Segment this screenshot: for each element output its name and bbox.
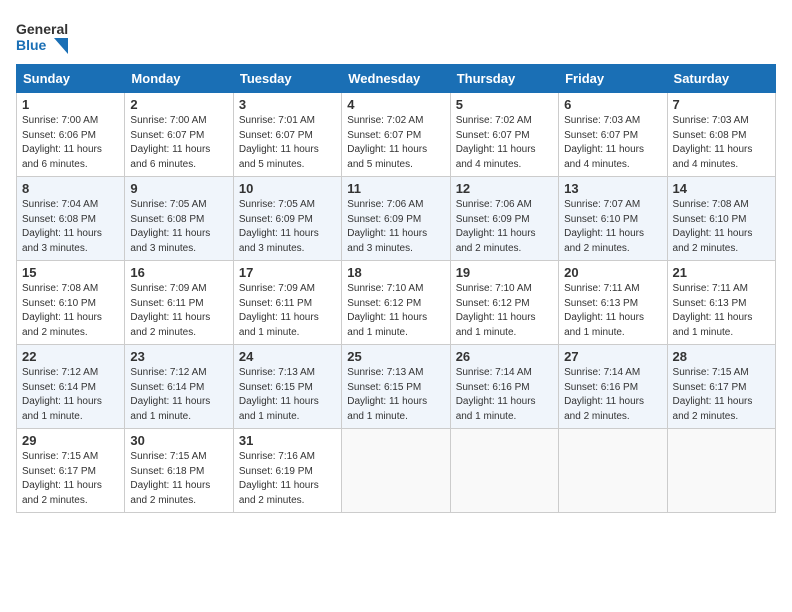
calendar-cell-20: 20Sunrise: 7:11 AMSunset: 6:13 PMDayligh…	[559, 261, 667, 345]
calendar-cell-2: 2Sunrise: 7:00 AMSunset: 6:07 PMDaylight…	[125, 93, 233, 177]
calendar-cell-empty	[667, 429, 775, 513]
calendar-cell-11: 11Sunrise: 7:06 AMSunset: 6:09 PMDayligh…	[342, 177, 450, 261]
svg-text:General: General	[16, 21, 68, 37]
page-header: General Blue	[16, 16, 776, 56]
calendar-cell-4: 4Sunrise: 7:02 AMSunset: 6:07 PMDaylight…	[342, 93, 450, 177]
calendar-cell-22: 22Sunrise: 7:12 AMSunset: 6:14 PMDayligh…	[17, 345, 125, 429]
header-saturday: Saturday	[667, 65, 775, 93]
header-thursday: Thursday	[450, 65, 558, 93]
calendar-week-4: 29Sunrise: 7:15 AMSunset: 6:17 PMDayligh…	[17, 429, 776, 513]
calendar-cell-empty	[342, 429, 450, 513]
header-friday: Friday	[559, 65, 667, 93]
header-wednesday: Wednesday	[342, 65, 450, 93]
calendar-cell-24: 24Sunrise: 7:13 AMSunset: 6:15 PMDayligh…	[233, 345, 341, 429]
calendar-cell-21: 21Sunrise: 7:11 AMSunset: 6:13 PMDayligh…	[667, 261, 775, 345]
calendar-cell-1: 1Sunrise: 7:00 AMSunset: 6:06 PMDaylight…	[17, 93, 125, 177]
logo-svg: General Blue	[16, 16, 68, 56]
calendar-week-0: 1Sunrise: 7:00 AMSunset: 6:06 PMDaylight…	[17, 93, 776, 177]
calendar-cell-5: 5Sunrise: 7:02 AMSunset: 6:07 PMDaylight…	[450, 93, 558, 177]
calendar-cell-19: 19Sunrise: 7:10 AMSunset: 6:12 PMDayligh…	[450, 261, 558, 345]
calendar-cell-17: 17Sunrise: 7:09 AMSunset: 6:11 PMDayligh…	[233, 261, 341, 345]
calendar-week-2: 15Sunrise: 7:08 AMSunset: 6:10 PMDayligh…	[17, 261, 776, 345]
calendar-cell-6: 6Sunrise: 7:03 AMSunset: 6:07 PMDaylight…	[559, 93, 667, 177]
calendar-cell-7: 7Sunrise: 7:03 AMSunset: 6:08 PMDaylight…	[667, 93, 775, 177]
calendar-cell-29: 29Sunrise: 7:15 AMSunset: 6:17 PMDayligh…	[17, 429, 125, 513]
calendar-cell-28: 28Sunrise: 7:15 AMSunset: 6:17 PMDayligh…	[667, 345, 775, 429]
calendar-cell-12: 12Sunrise: 7:06 AMSunset: 6:09 PMDayligh…	[450, 177, 558, 261]
calendar-cell-23: 23Sunrise: 7:12 AMSunset: 6:14 PMDayligh…	[125, 345, 233, 429]
calendar-cell-27: 27Sunrise: 7:14 AMSunset: 6:16 PMDayligh…	[559, 345, 667, 429]
calendar-cell-9: 9Sunrise: 7:05 AMSunset: 6:08 PMDaylight…	[125, 177, 233, 261]
calendar-cell-30: 30Sunrise: 7:15 AMSunset: 6:18 PMDayligh…	[125, 429, 233, 513]
calendar-cell-10: 10Sunrise: 7:05 AMSunset: 6:09 PMDayligh…	[233, 177, 341, 261]
calendar-week-1: 8Sunrise: 7:04 AMSunset: 6:08 PMDaylight…	[17, 177, 776, 261]
calendar-cell-25: 25Sunrise: 7:13 AMSunset: 6:15 PMDayligh…	[342, 345, 450, 429]
header-tuesday: Tuesday	[233, 65, 341, 93]
calendar-cell-14: 14Sunrise: 7:08 AMSunset: 6:10 PMDayligh…	[667, 177, 775, 261]
calendar-header-row: Sunday Monday Tuesday Wednesday Thursday…	[17, 65, 776, 93]
calendar-table: Sunday Monday Tuesday Wednesday Thursday…	[16, 64, 776, 513]
calendar-cell-empty	[450, 429, 558, 513]
header-monday: Monday	[125, 65, 233, 93]
header-sunday: Sunday	[17, 65, 125, 93]
calendar-week-3: 22Sunrise: 7:12 AMSunset: 6:14 PMDayligh…	[17, 345, 776, 429]
calendar-cell-13: 13Sunrise: 7:07 AMSunset: 6:10 PMDayligh…	[559, 177, 667, 261]
calendar-cell-8: 8Sunrise: 7:04 AMSunset: 6:08 PMDaylight…	[17, 177, 125, 261]
logo: General Blue	[16, 16, 68, 56]
calendar-cell-16: 16Sunrise: 7:09 AMSunset: 6:11 PMDayligh…	[125, 261, 233, 345]
calendar-cell-31: 31Sunrise: 7:16 AMSunset: 6:19 PMDayligh…	[233, 429, 341, 513]
calendar-cell-18: 18Sunrise: 7:10 AMSunset: 6:12 PMDayligh…	[342, 261, 450, 345]
svg-text:Blue: Blue	[16, 37, 47, 53]
calendar-cell-3: 3Sunrise: 7:01 AMSunset: 6:07 PMDaylight…	[233, 93, 341, 177]
calendar-cell-15: 15Sunrise: 7:08 AMSunset: 6:10 PMDayligh…	[17, 261, 125, 345]
calendar-cell-empty	[559, 429, 667, 513]
calendar-cell-26: 26Sunrise: 7:14 AMSunset: 6:16 PMDayligh…	[450, 345, 558, 429]
